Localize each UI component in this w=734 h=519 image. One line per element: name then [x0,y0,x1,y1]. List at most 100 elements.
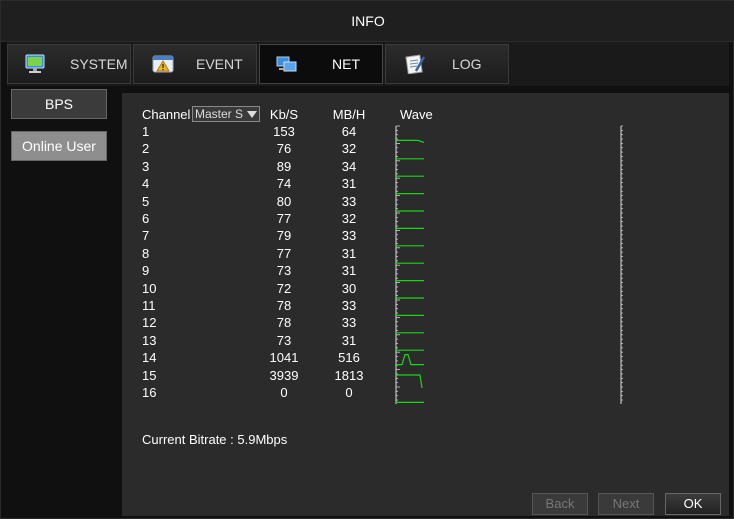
window-title: INFO [1,1,734,42]
channel-number: 11 [142,298,156,313]
channel-number: 4 [142,176,150,192]
channel-number: 16 [142,385,157,400]
kbs-value: 80 [276,193,292,209]
mbh-value: 0 [345,385,353,400]
kbs-value: 89 [276,158,292,174]
sidebar-item-bps[interactable]: BPS [11,89,107,119]
kbs-value: 0 [280,385,288,400]
wave-scale-right [620,125,623,404]
mbh-value: 31 [341,176,357,192]
kbs-value: 77 [276,245,292,261]
kbs-value: 3939 [269,367,299,383]
mbh-value: 1813 [334,367,364,383]
channel-row: 2 76 32 [122,141,382,157]
channel-row: 15 3939 1813 [122,368,382,384]
channel-row: 12 78 33 [122,315,382,331]
mbh-value: 31 [341,245,357,261]
channel-row: 6 77 32 [122,211,382,227]
mbh-value: 516 [338,350,360,366]
mbh-value: 32 [341,141,357,157]
tab-system-label: SYSTEM [70,56,128,72]
kbs-value: 76 [276,141,292,157]
mbh-value: 33 [341,298,357,313]
chevron-down-icon [247,111,257,118]
mbh-header: MB/H [332,107,366,122]
channel-row: 5 80 33 [122,194,382,210]
channel-number: 9 [142,263,150,279]
kbs-value: 153 [273,124,295,139]
next-button[interactable]: Next [598,493,654,515]
channel-row: 3 89 34 [122,159,382,175]
tab-log[interactable]: LOG [385,44,509,84]
channel-number: 8 [142,245,150,261]
tab-event[interactable]: EVENT [133,44,257,84]
mbh-value: 31 [341,332,357,348]
stream-select[interactable]: Master S [192,106,260,122]
mbh-value: 32 [341,211,357,226]
tab-bar: SYSTEM EVENT NET LOG [7,42,729,86]
channel-row: 10 72 30 [122,281,382,297]
mbh-value: 30 [341,280,357,296]
channel-number: 6 [142,211,150,226]
kbs-value: 72 [276,280,292,296]
channel-row: 9 73 31 [122,263,382,279]
channel-row: 13 73 31 [122,333,382,349]
monitor-icon [24,54,46,74]
kbs-header: Kb/S [269,107,299,122]
sidebar-item-online-user[interactable]: Online User [11,131,107,161]
kbs-value: 73 [276,263,292,279]
mbh-value: 33 [341,228,357,244]
kbs-value: 1041 [269,350,299,366]
kbs-value: 77 [276,211,292,226]
bps-panel: Channel Master S Kb/S MB/H Wave 1 153 64 2 7… [122,93,729,516]
current-bitrate: Current Bitrate : 5.9Mbps [142,432,288,447]
channel-row: 1 153 64 [122,124,382,140]
tab-net[interactable]: NET [259,44,383,84]
stream-select-value: Master S [195,107,244,121]
mbh-value: 34 [341,158,357,174]
channel-number: 7 [142,228,150,244]
channel-number: 15 [142,367,157,383]
channel-row: 7 79 33 [122,228,382,244]
channel-number: 3 [142,158,150,174]
sidebar: BPS Online User [7,87,117,517]
kbs-value: 78 [276,298,292,313]
channel-number: 12 [142,315,157,331]
channel-row: 4 74 31 [122,176,382,192]
network-icon [276,54,298,74]
channel-row: 14 1041 516 [122,350,382,366]
wave-graph [395,125,425,404]
kbs-value: 78 [276,315,292,331]
channel-number: 13 [142,332,157,348]
tab-event-label: EVENT [196,56,243,72]
channel-header: Channel [142,107,191,122]
wave-trace-channel-15 [396,374,423,389]
back-button[interactable]: Back [532,493,588,515]
wave-trace-channel-1 [396,139,425,143]
channel-number: 1 [142,124,150,139]
channel-row: 11 78 33 [122,298,382,314]
mbh-value: 64 [341,124,357,139]
channel-number: 5 [142,193,150,209]
tab-net-label: NET [332,56,360,72]
ok-button[interactable]: OK [665,493,721,515]
mbh-value: 31 [341,263,357,279]
wave-header: Wave [400,107,433,122]
kbs-value: 73 [276,332,292,348]
log-icon [404,54,426,75]
kbs-value: 74 [276,176,292,192]
tab-log-label: LOG [452,56,482,72]
tab-system[interactable]: SYSTEM [7,44,131,84]
channel-number: 10 [142,280,157,296]
channel-number: 14 [142,350,157,366]
wave-trace-channel-14 [396,354,424,366]
channel-number: 2 [142,141,150,157]
mbh-value: 33 [341,193,357,209]
warning-icon [152,54,174,74]
channel-row: 16 0 0 [122,385,382,401]
table-header: Channel Master S Kb/S MB/H Wave [122,106,722,123]
mbh-value: 33 [341,315,357,331]
channel-row: 8 77 31 [122,246,382,262]
info-window: INFO SYSTEM EVENT NET LOG BPS Online Use… [0,0,734,519]
kbs-value: 79 [276,228,292,244]
